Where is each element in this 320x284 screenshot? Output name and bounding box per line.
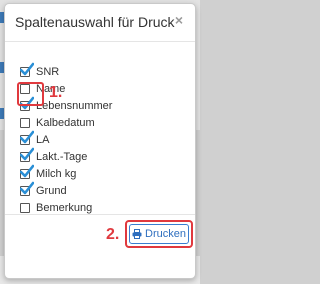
- checkbox[interactable]: [20, 202, 30, 213]
- checkbox[interactable]: [20, 181, 34, 196]
- footer-divider: [5, 214, 195, 215]
- dialog-title: Spaltenauswahl für Druck: [15, 14, 175, 30]
- print-column-dialog: Spaltenauswahl für Druck × SNR Name Lebens…: [4, 3, 196, 279]
- printer-icon: [132, 229, 142, 239]
- checkmark-icon: [20, 181, 34, 194]
- column-option[interactable]: Lakt.-Tage: [20, 147, 112, 165]
- checkmark-icon: [20, 164, 34, 177]
- print-button[interactable]: Drucken: [129, 224, 189, 244]
- column-label: Lakt.-Tage: [36, 150, 88, 163]
- column-label: Milch kg: [36, 167, 77, 180]
- print-button-label: Drucken: [145, 228, 186, 240]
- column-option[interactable]: LA: [20, 130, 112, 148]
- annotation-step-2: 2.: [106, 226, 120, 243]
- column-option[interactable]: Grund: [20, 181, 112, 199]
- column-label: Kalbedatum: [36, 116, 95, 129]
- column-option[interactable]: Milch kg: [20, 164, 112, 182]
- checkbox[interactable]: [20, 117, 30, 128]
- column-label: Bemerkung: [36, 201, 93, 214]
- checkbox[interactable]: [20, 164, 34, 179]
- column-option[interactable]: SNR: [20, 62, 112, 80]
- checkmark-icon: [20, 130, 34, 143]
- column-label: Grund: [36, 184, 67, 197]
- annotation-step-1: 1.: [49, 84, 63, 101]
- column-label: LA: [36, 133, 50, 146]
- column-option[interactable]: Kalbedatum: [20, 114, 112, 131]
- highlight-name-checkbox: [17, 82, 44, 106]
- column-label: SNR: [36, 65, 60, 78]
- checkbox[interactable]: [20, 62, 34, 77]
- close-icon[interactable]: ×: [175, 12, 183, 28]
- highlight-print-button: Drucken: [125, 220, 193, 248]
- checkmark-icon: [20, 147, 34, 160]
- column-label: Lebensnummer: [36, 99, 113, 112]
- checkbox[interactable]: [20, 130, 34, 145]
- checkbox[interactable]: [20, 147, 34, 162]
- header-divider: [5, 41, 195, 42]
- checkmark-icon: [20, 62, 34, 75]
